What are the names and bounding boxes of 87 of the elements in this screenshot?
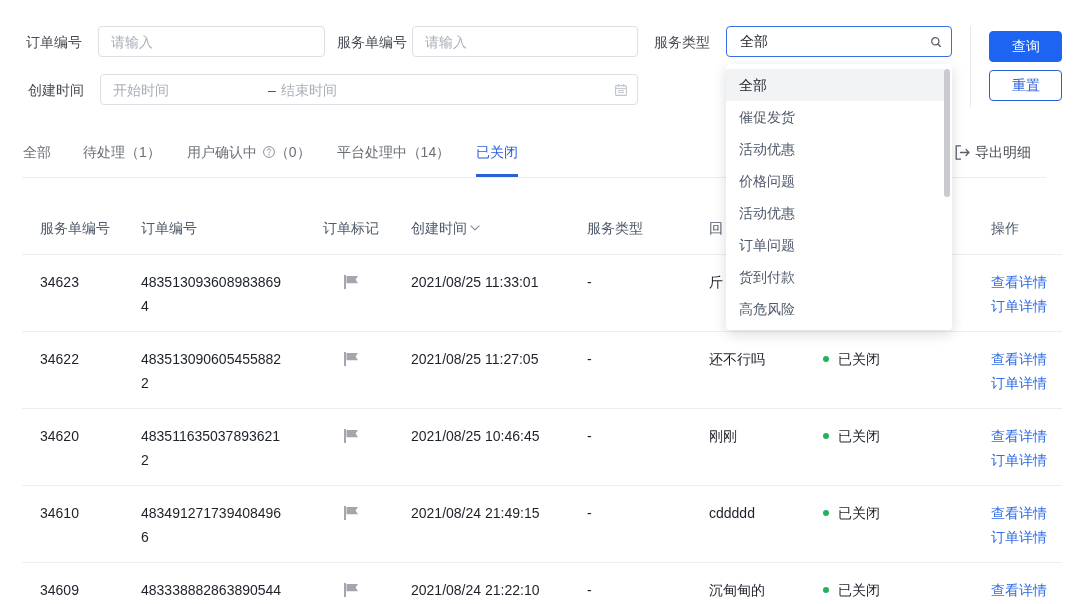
column-header: 回 xyxy=(709,220,723,236)
order-number: 4835130936089838694 xyxy=(141,273,283,316)
tab[interactable]: 用户确认中 （0） xyxy=(186,140,311,177)
order-number: 483338882863890544 xyxy=(141,581,282,600)
field-label: 订单编号 xyxy=(26,32,82,52)
created-time: 2021/08/25 10:46:45 xyxy=(411,428,540,444)
status-dot-icon xyxy=(823,510,829,516)
created-time: 2021/08/25 11:27:05 xyxy=(411,351,539,367)
column-header: 订单标记 xyxy=(323,220,379,236)
view-details-link[interactable]: 查看详情 xyxy=(991,270,1047,294)
dropdown-option[interactable]: 催促发货 xyxy=(726,101,944,133)
view-details-link[interactable]: 查看详情 xyxy=(991,501,1047,525)
service-type-select[interactable]: 全部 xyxy=(726,26,952,57)
dropdown-option[interactable]: 货到付款 xyxy=(726,261,944,293)
status-text: 已关闭 xyxy=(838,504,880,523)
service-type: - xyxy=(587,274,592,290)
field-label: 服务类型 xyxy=(654,32,710,52)
status-dot-icon xyxy=(823,587,829,593)
dropdown-option[interactable]: 活动优惠 xyxy=(726,197,944,229)
reset-button[interactable]: 重置 xyxy=(989,70,1062,101)
reply-text: cddddd xyxy=(709,505,755,521)
column-header: 订单编号 xyxy=(141,220,197,236)
tab[interactable]: 平台处理中（14） xyxy=(336,140,451,177)
flag-icon xyxy=(344,275,358,289)
service-number: 34622 xyxy=(40,351,79,367)
search-icon xyxy=(931,36,941,47)
tab[interactable]: 全部 xyxy=(23,140,51,177)
order-details-link[interactable]: 订单详情 xyxy=(991,448,1047,472)
view-details-link[interactable]: 查看详情 xyxy=(991,347,1047,371)
range-separator: – xyxy=(268,80,276,100)
chevron-down-icon[interactable] xyxy=(470,225,480,231)
order-number: 4834912717394084966 xyxy=(141,504,283,547)
status-text: 已关闭 xyxy=(838,427,880,446)
field-label: 服务单编号 xyxy=(337,32,407,52)
service-type: - xyxy=(587,428,592,444)
scrollbar-thumb[interactable] xyxy=(944,69,950,197)
created-time: 2021/08/25 11:33:01 xyxy=(411,274,539,290)
search-button[interactable]: 查询 xyxy=(989,31,1062,62)
status-dot-icon xyxy=(823,433,829,439)
service-number: 34623 xyxy=(40,274,79,290)
column-header[interactable]: 创建时间 xyxy=(411,216,467,240)
service-type: - xyxy=(587,582,592,598)
reply-text: 沉甸甸的 xyxy=(709,582,765,598)
status-text: 已关闭 xyxy=(838,581,880,600)
view-details-link[interactable]: 查看详情 xyxy=(991,424,1047,448)
column-header: 服务类型 xyxy=(587,220,643,236)
dropdown-option[interactable]: 价格问题 xyxy=(726,165,944,197)
reply-text: 刚刚 xyxy=(709,428,737,444)
status-dot-icon xyxy=(823,356,829,362)
flag-icon xyxy=(344,352,358,366)
column-header: 操作 xyxy=(991,220,1019,236)
dropdown-option[interactable]: 高危风险 xyxy=(726,293,944,325)
created-time: 2021/08/24 21:49:15 xyxy=(411,505,540,521)
view-details-link[interactable]: 查看详情 xyxy=(991,578,1047,602)
flag-icon xyxy=(344,506,358,520)
export-button[interactable]: 导出明细 xyxy=(955,140,1031,164)
reply-text: 还不行吗 xyxy=(709,351,765,367)
order-details-link[interactable]: 订单详情 xyxy=(991,525,1047,549)
order-details-link[interactable]: 订单详情 xyxy=(991,294,1047,318)
created-time: 2021/08/24 21:22:10 xyxy=(411,582,540,598)
service-number: 34609 xyxy=(40,582,79,598)
reply-text: 斤 xyxy=(709,274,723,290)
end-date-field[interactable]: 结束时间 xyxy=(280,79,607,100)
service-type: - xyxy=(587,351,592,367)
help-icon[interactable] xyxy=(262,146,275,158)
status-text: 已关闭 xyxy=(838,350,880,369)
tab[interactable]: 待处理（1） xyxy=(83,140,161,177)
flag-icon xyxy=(344,429,358,443)
flag-icon xyxy=(344,583,358,597)
dropdown-option[interactable]: 全部 xyxy=(726,69,944,101)
export-icon xyxy=(955,144,970,160)
dropdown-option[interactable]: 订单问题 xyxy=(726,229,944,261)
dropdown-option[interactable]: 活动优惠 xyxy=(726,133,944,165)
service-number-field[interactable]: 请输入 xyxy=(412,26,638,57)
field-label: 创建时间 xyxy=(28,80,84,100)
calendar-icon[interactable] xyxy=(615,83,627,96)
service-number: 34620 xyxy=(40,428,79,444)
order-number-field[interactable]: 请输入 xyxy=(98,26,325,57)
start-date-field[interactable]: 开始时间 xyxy=(113,79,268,100)
date-range-field[interactable]: 开始时间 – 结束时间 xyxy=(100,74,638,105)
tab[interactable]: 已关闭 xyxy=(476,140,519,177)
order-number: 4835116350378936212 xyxy=(141,427,282,470)
order-details-link[interactable]: 订单详情 xyxy=(991,371,1047,395)
service-number: 34610 xyxy=(40,505,79,521)
order-number: 4835130906054558822 xyxy=(141,350,283,393)
service-type: - xyxy=(587,505,592,521)
column-header: 服务单编号 xyxy=(40,220,110,236)
